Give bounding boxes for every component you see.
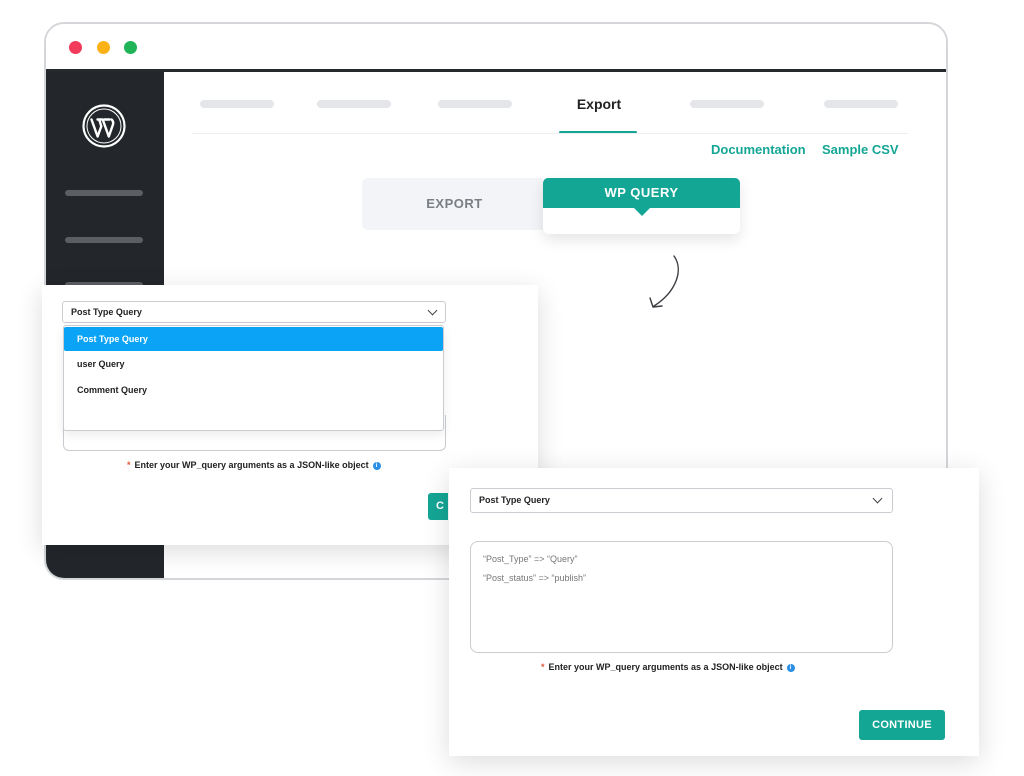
tab-placeholder-3[interactable]	[438, 100, 512, 108]
curved-arrow-icon	[649, 255, 679, 308]
textarea-line: “Post_status” => “publish”	[483, 573, 587, 583]
textarea-line: “Post_Type” => “Query”	[483, 554, 578, 564]
export-mode-tab[interactable]: EXPORT	[362, 178, 547, 230]
sidebar-item-1[interactable]	[65, 190, 143, 196]
chevron-down-icon	[872, 493, 883, 504]
sidebar-item-2[interactable]	[65, 237, 143, 243]
stage: Export Documentation Sample CSV EXPORT W…	[0, 0, 1024, 776]
sample-csv-link[interactable]: Sample CSV	[822, 142, 899, 157]
tab-placeholder-1[interactable]	[200, 100, 274, 108]
close-window-button[interactable]	[69, 41, 82, 54]
tab-placeholder-4[interactable]	[690, 100, 764, 108]
continue-button[interactable]: CONTINUE	[859, 710, 945, 740]
tab-divider	[192, 133, 908, 134]
arguments-textarea[interactable]: “Post_Type” => “Query” “Post_status” => …	[470, 541, 893, 653]
info-icon[interactable]: i	[786, 663, 795, 672]
maximize-window-button[interactable]	[124, 41, 137, 54]
active-caret	[634, 208, 650, 216]
tab-placeholder-2[interactable]	[317, 100, 391, 108]
query-type-select-value: Post Type Query	[71, 307, 142, 317]
required-asterisk: *	[541, 662, 545, 672]
title-bar	[46, 24, 946, 69]
documentation-link[interactable]: Documentation	[711, 142, 806, 157]
query-type-select[interactable]: Post Type Query	[470, 488, 893, 513]
dropdown-option-post-type-query[interactable]: Post Type Query	[64, 327, 443, 351]
continue-button-partial[interactable]: C	[428, 493, 448, 520]
query-type-dropdown: Post Type Query user Query Comment Query	[63, 325, 444, 431]
tab-export[interactable]: Export	[534, 96, 664, 112]
dropdown-option-user-query[interactable]: user Query	[64, 352, 443, 376]
wp-query-mode-tab[interactable]: WP QUERY	[543, 178, 740, 208]
dropdown-option-comment-query[interactable]: Comment Query	[64, 378, 443, 402]
required-asterisk: *	[127, 460, 131, 470]
arguments-hint: * Enter your WP_query arguments as a JSON…	[541, 662, 795, 672]
tab-placeholder-5[interactable]	[824, 100, 898, 108]
chevron-down-icon	[427, 305, 438, 316]
query-type-select[interactable]: Post Type Query	[62, 301, 446, 323]
query-panel-filled: Post Type Query “Post_Type” => “Query” “…	[449, 468, 979, 756]
arguments-hint: * Enter your WP_query arguments as a JSON…	[127, 460, 381, 470]
query-type-select-value: Post Type Query	[479, 495, 550, 505]
minimize-window-button[interactable]	[97, 41, 110, 54]
info-icon[interactable]: i	[372, 461, 381, 470]
wordpress-logo-icon[interactable]	[82, 104, 126, 148]
